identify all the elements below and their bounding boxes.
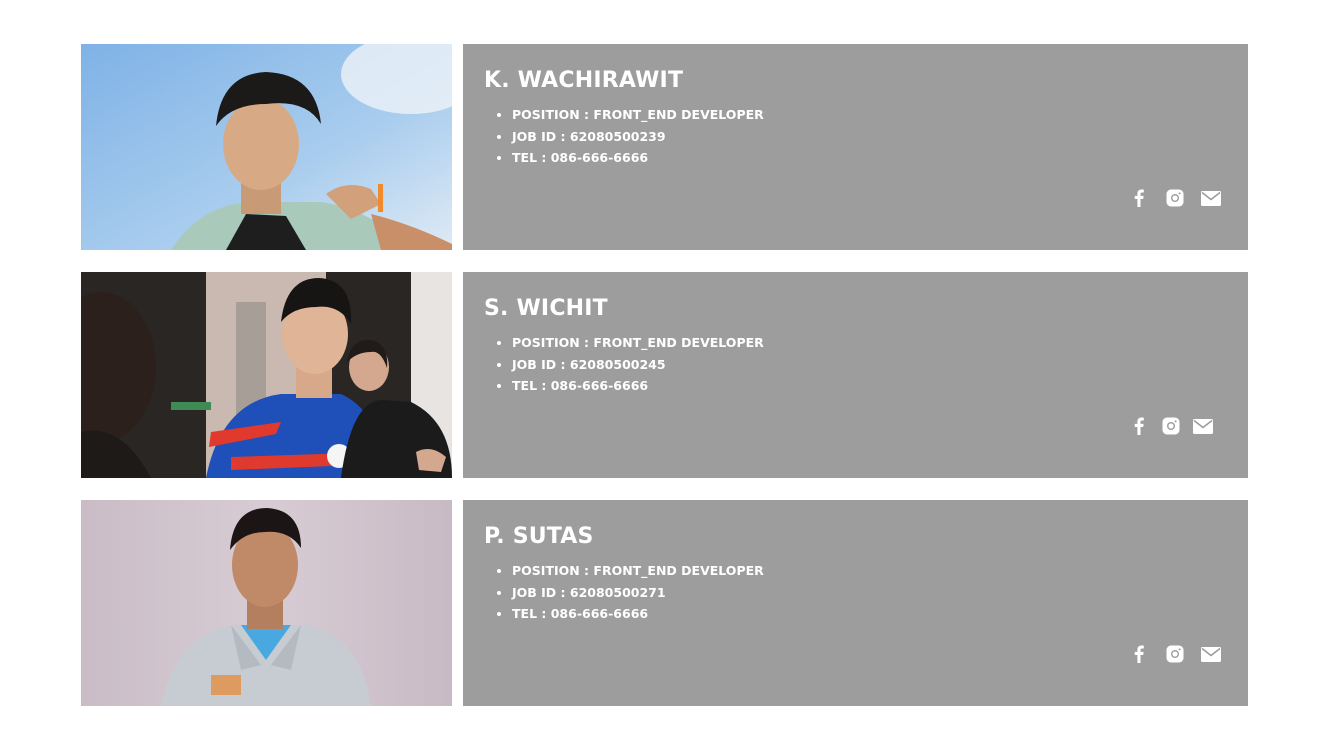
social-links: [1128, 643, 1222, 665]
member-job-id: JOB ID : 62080500271: [512, 582, 764, 604]
team-list: K. WACHIRAWIT POSITION : FRONT_END DEVEL…: [81, 44, 1248, 728]
member-job-id: JOB ID : 62080500239: [512, 126, 764, 148]
member-info: K. WACHIRAWIT POSITION : FRONT_END DEVEL…: [463, 44, 1248, 250]
member-details: POSITION : FRONT_END DEVELOPER JOB ID : …: [494, 560, 764, 625]
member-position: POSITION : FRONT_END DEVELOPER: [512, 332, 764, 354]
member-details: POSITION : FRONT_END DEVELOPER JOB ID : …: [494, 104, 764, 169]
member-name: S. WICHIT: [484, 296, 608, 321]
member-card: P. SUTAS POSITION : FRONT_END DEVELOPER …: [81, 500, 1248, 706]
facebook-icon[interactable]: [1128, 187, 1150, 209]
mail-icon[interactable]: [1192, 415, 1214, 437]
social-links: [1128, 415, 1214, 437]
instagram-icon[interactable]: [1164, 187, 1186, 209]
instagram-icon[interactable]: [1160, 415, 1182, 437]
instagram-icon[interactable]: [1164, 643, 1186, 665]
member-photo: [81, 272, 452, 478]
member-card: S. WICHIT POSITION : FRONT_END DEVELOPER…: [81, 272, 1248, 478]
member-tel: TEL : 086-666-6666: [512, 375, 764, 397]
mail-icon[interactable]: [1200, 187, 1222, 209]
member-info: P. SUTAS POSITION : FRONT_END DEVELOPER …: [463, 500, 1248, 706]
member-card: K. WACHIRAWIT POSITION : FRONT_END DEVEL…: [81, 44, 1248, 250]
member-position: POSITION : FRONT_END DEVELOPER: [512, 560, 764, 582]
member-details: POSITION : FRONT_END DEVELOPER JOB ID : …: [494, 332, 764, 397]
member-tel: TEL : 086-666-6666: [512, 147, 764, 169]
facebook-icon[interactable]: [1128, 643, 1150, 665]
member-name: P. SUTAS: [484, 524, 594, 549]
member-job-id: JOB ID : 62080500245: [512, 354, 764, 376]
facebook-icon[interactable]: [1128, 415, 1150, 437]
member-info: S. WICHIT POSITION : FRONT_END DEVELOPER…: [463, 272, 1248, 478]
member-tel: TEL : 086-666-6666: [512, 603, 764, 625]
member-name: K. WACHIRAWIT: [484, 68, 684, 93]
social-links: [1128, 187, 1222, 209]
member-photo: [81, 500, 452, 706]
member-position: POSITION : FRONT_END DEVELOPER: [512, 104, 764, 126]
mail-icon[interactable]: [1200, 643, 1222, 665]
member-photo: [81, 44, 452, 250]
